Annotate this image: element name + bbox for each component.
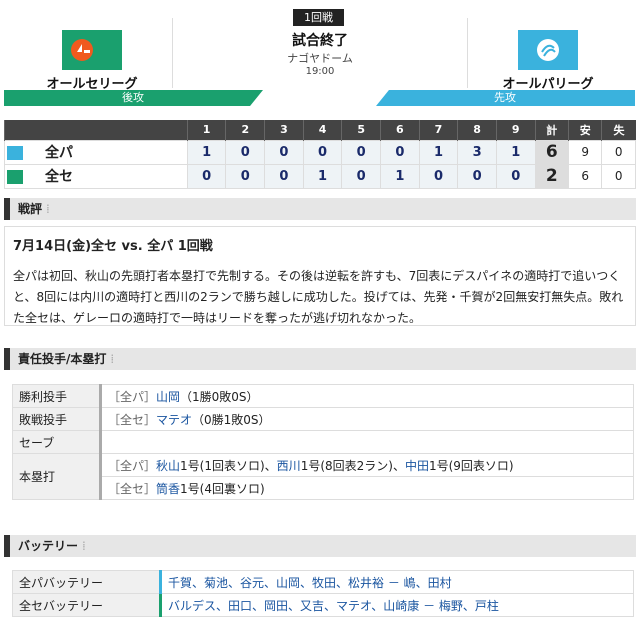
battery-label-cl: 全セバッテリー	[12, 593, 161, 617]
home-team-name[interactable]: オールセリーグ	[12, 73, 172, 92]
inning-score: 1	[186, 139, 227, 165]
inning-score: 0	[380, 139, 420, 165]
loss-label: 敗戦投手	[12, 407, 101, 431]
scoreboard-header-row: 1 2 3 4 5 6 7 8 9 計 安 失	[4, 120, 636, 140]
total-runs: 6	[534, 139, 570, 165]
hits-header: 安	[567, 120, 602, 140]
save-label: セーブ	[12, 430, 101, 454]
section-title: 戦評	[18, 202, 43, 216]
inning-score: 0	[225, 163, 266, 189]
divider	[172, 18, 173, 88]
inning-header: 1	[186, 120, 226, 140]
game-status: 試合終了	[292, 33, 348, 49]
scoreboard-row-pl: 全パ 1 0 0 0 0 0 1 3 1 6 9 0	[4, 139, 636, 165]
inning-score: 0	[341, 163, 382, 189]
hr-value-cl: ［全セ］筒香1号(4回裏ソロ)	[99, 476, 634, 500]
loss-row: 敗戦投手 ［全セ］マテオ（0勝1敗0S）	[12, 407, 634, 431]
inning-score: 0	[302, 139, 343, 165]
start-time: 19:00	[305, 66, 335, 77]
inning-score: 1	[418, 139, 459, 165]
review-box: 7月14日(金)全セ vs. 全パ 1回戦 全パは初回、秋山の先頭打者本塁打で先…	[4, 226, 636, 326]
hits: 9	[567, 139, 603, 165]
hr-batter-link[interactable]: 中田	[405, 459, 429, 473]
team-cell[interactable]: 全セ	[4, 163, 188, 189]
team-header	[4, 120, 188, 140]
home-side-label: 後攻	[122, 91, 144, 104]
inning-header: 7	[418, 120, 458, 140]
save-value	[99, 430, 634, 454]
away-side-bar: 先攻	[376, 90, 635, 106]
win-value: ［全パ］山岡（1勝0敗0S）	[99, 384, 634, 408]
loss-value: ［全セ］マテオ（0勝1敗0S）	[99, 407, 634, 431]
hr-batter-link[interactable]: 西川	[277, 459, 301, 473]
team-name: 全パ	[45, 145, 73, 161]
loss-pitcher-link[interactable]: マテオ	[156, 413, 192, 427]
game-number-badge: 1回戦	[293, 9, 344, 26]
inning-score: 1	[495, 139, 536, 165]
inning-score: 0	[264, 139, 304, 165]
inning-score: 1	[380, 163, 420, 189]
battery-row-cl: 全セバッテリー バルデス、田口、岡田、又吉、マテオ、山崎康 － 梅野、戸柱	[12, 593, 634, 617]
inning-score: 0	[186, 163, 227, 189]
pacific-league-logo[interactable]	[518, 30, 578, 70]
errors-header: 失	[601, 120, 636, 140]
battery-label-pl: 全パバッテリー	[12, 570, 161, 594]
inning-score: 0	[418, 163, 459, 189]
inning-score: 1	[302, 163, 343, 189]
save-row: セーブ	[12, 430, 634, 454]
inning-header: 2	[225, 120, 265, 140]
home-side-bar: 後攻	[4, 90, 263, 106]
inning-score: 0	[341, 139, 382, 165]
inning-score: 0	[264, 163, 304, 189]
section-title: バッテリー	[18, 539, 79, 553]
central-league-logo[interactable]	[62, 30, 122, 70]
section-header-pitchers: 責任投手/本塁打 ⁞	[4, 348, 636, 370]
inning-header: 5	[341, 120, 381, 140]
battery-value-pl[interactable]: 千賀、菊池、谷元、山岡、牧田、松井裕 － 嶋、田村	[159, 570, 634, 594]
errors: 0	[601, 163, 636, 189]
hr-row-cl: ［全セ］筒香1号(4回裏ソロ)	[13, 476, 634, 500]
inning-score: 0	[225, 139, 266, 165]
win-pitcher-link[interactable]: 山岡	[156, 390, 180, 404]
hr-value-pl: ［全パ］秋山1号(1回表ソロ)、西川1号(8回表2ラン)、中田1号(9回表ソロ)	[99, 453, 634, 477]
total-runs: 2	[534, 163, 570, 189]
pitchers-table: 勝利投手 ［全パ］山岡（1勝0敗0S） 敗戦投手 ［全セ］マテオ（0勝1敗0S）…	[12, 384, 634, 500]
team-cell[interactable]: 全パ	[4, 139, 188, 165]
battery-value-cl[interactable]: バルデス、田口、岡田、又吉、マテオ、山崎康 － 梅野、戸柱	[159, 593, 634, 617]
hr-batter-link[interactable]: 筒香	[156, 482, 180, 496]
win-row: 勝利投手 ［全パ］山岡（1勝0敗0S）	[12, 384, 634, 408]
win-label: 勝利投手	[12, 384, 101, 408]
errors: 0	[601, 139, 636, 165]
review-text: 全パは初回、秋山の先頭打者本塁打で先制する。その後は逆転を許すも、7回表にデスパ…	[13, 269, 624, 325]
inning-header: 4	[302, 120, 342, 140]
inning-header: 6	[380, 120, 420, 140]
hr-label: 本塁打	[12, 453, 101, 500]
inning-score: 3	[457, 139, 497, 165]
scoreboard: 1 2 3 4 5 6 7 8 9 計 安 失 全パ 1 0 0 0 0 0 1…	[4, 120, 636, 189]
review-title: 7月14日(金)全セ vs. 全パ 1回戦	[13, 239, 213, 254]
central-league-icon	[7, 170, 23, 184]
section-title: 責任投手/本塁打	[18, 352, 107, 366]
away-team-name[interactable]: オールパリーグ	[468, 73, 628, 92]
hr-row-pl: 本塁打 ［全パ］秋山1号(1回表ソロ)、西川1号(8回表2ラン)、中田1号(9回…	[12, 453, 634, 500]
battery-row-pl: 全パバッテリー 千賀、菊池、谷元、山岡、牧田、松井裕 － 嶋、田村	[12, 570, 634, 594]
hits: 6	[567, 163, 603, 189]
inning-header: 3	[264, 120, 304, 140]
section-header-battery: バッテリー ⁞	[4, 535, 636, 557]
away-side-label: 先攻	[494, 91, 516, 104]
battery-table: 全パバッテリー 千賀、菊池、谷元、山岡、牧田、松井裕 － 嶋、田村 全セバッテリ…	[12, 570, 634, 617]
total-header: 計	[534, 120, 569, 140]
team-name: 全セ	[45, 169, 73, 185]
section-header-review: 戦評 ⁞	[4, 198, 636, 220]
inning-score: 0	[457, 163, 497, 189]
scoreboard-row-cl: 全セ 0 0 0 1 0 1 0 0 0 2 6 0	[4, 163, 636, 189]
pacific-league-icon	[7, 146, 23, 160]
venue: ナゴヤドーム	[287, 52, 353, 65]
inning-header: 8	[457, 120, 497, 140]
hr-batter-link[interactable]: 秋山	[156, 459, 180, 473]
inning-header: 9	[495, 120, 536, 140]
inning-score: 0	[495, 163, 536, 189]
